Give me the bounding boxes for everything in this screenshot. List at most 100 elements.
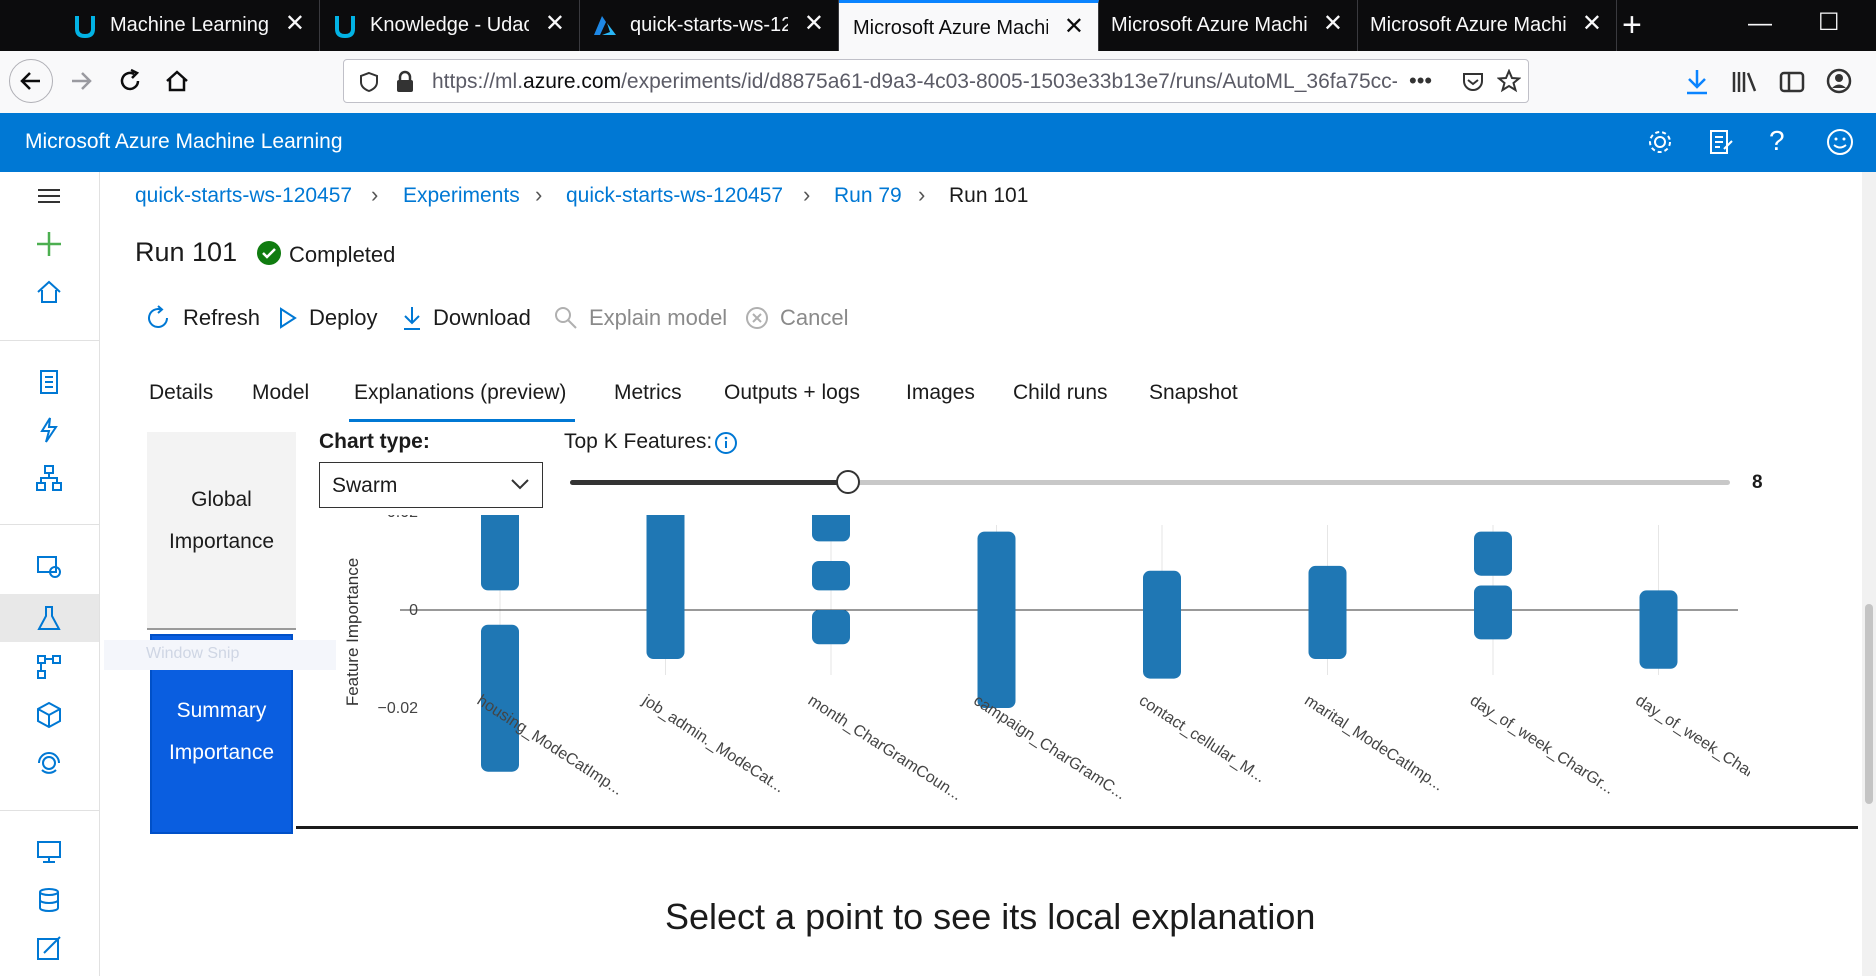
app-title[interactable]: Microsoft Azure Machine Learning bbox=[25, 130, 343, 154]
breadcrumb-experiments[interactable]: Experiments bbox=[403, 184, 520, 208]
swarm-cluster[interactable] bbox=[1639, 590, 1678, 669]
account-icon[interactable] bbox=[1825, 67, 1853, 95]
page-scrollbar[interactable] bbox=[1862, 172, 1876, 976]
tab-model[interactable]: Model bbox=[252, 381, 309, 405]
url-bar[interactable]: https://ml.azure.com/experiments/id/d887… bbox=[343, 59, 1529, 103]
left-nav-rail bbox=[0, 172, 100, 976]
automl-icon[interactable] bbox=[34, 415, 64, 445]
topk-slider[interactable] bbox=[570, 470, 1730, 494]
cancel-icon bbox=[746, 307, 768, 329]
chart-type-value: Swarm bbox=[332, 474, 398, 497]
global-importance-tab[interactable]: Global Importance bbox=[147, 432, 296, 630]
cancel-button[interactable]: Cancel bbox=[744, 301, 848, 335]
cancel-label: Cancel bbox=[780, 305, 849, 330]
browser-tab[interactable]: Knowledge - Udacity ✕ bbox=[320, 0, 580, 51]
breadcrumb-experiment[interactable]: quick-starts-ws-120457 bbox=[566, 184, 783, 208]
close-icon[interactable]: ✕ bbox=[545, 10, 565, 38]
maximize-icon[interactable]: ☐ bbox=[1818, 8, 1840, 37]
x-tick-label: month_CharGramCoun... bbox=[805, 692, 965, 804]
pocket-icon[interactable] bbox=[1461, 70, 1485, 94]
browser-tab[interactable]: Machine Learning Eng ✕ bbox=[60, 0, 320, 51]
home-icon[interactable] bbox=[34, 277, 64, 307]
close-icon[interactable]: ✕ bbox=[1323, 10, 1343, 38]
status-badge: Completed bbox=[289, 242, 396, 267]
swarm-cluster[interactable] bbox=[1474, 531, 1512, 576]
designer-icon[interactable] bbox=[34, 463, 64, 493]
info-icon[interactable] bbox=[714, 431, 738, 455]
notebook-icon[interactable] bbox=[34, 367, 64, 397]
swarm-cluster[interactable] bbox=[1474, 585, 1512, 640]
reload-button[interactable] bbox=[110, 61, 150, 101]
download-icon[interactable] bbox=[1684, 68, 1710, 96]
tab-title: Knowledge - Udacity bbox=[370, 14, 529, 36]
swarm-cluster[interactable] bbox=[1143, 570, 1181, 679]
close-icon[interactable]: ✕ bbox=[1582, 10, 1602, 38]
close-icon[interactable]: ✕ bbox=[1064, 13, 1084, 41]
tab-images[interactable]: Images bbox=[906, 381, 975, 405]
gear-icon[interactable] bbox=[1645, 127, 1675, 157]
endpoints-icon[interactable] bbox=[34, 748, 64, 778]
back-button[interactable] bbox=[9, 59, 53, 103]
tab-metrics[interactable]: Metrics bbox=[614, 381, 682, 405]
active-tab-indicator bbox=[349, 419, 575, 422]
swarm-cluster[interactable] bbox=[977, 531, 1016, 708]
library-icon[interactable] bbox=[1730, 68, 1758, 96]
swarm-cluster[interactable] bbox=[646, 515, 685, 659]
help-icon[interactable]: ? bbox=[1769, 125, 1785, 157]
y-tick-label: −0.02 bbox=[378, 700, 419, 717]
refresh-icon bbox=[148, 305, 168, 328]
chart-divider bbox=[296, 826, 1858, 829]
pipeline-icon[interactable] bbox=[34, 652, 64, 682]
chevron-right-icon: › bbox=[918, 182, 926, 207]
labeling-icon[interactable] bbox=[34, 933, 64, 963]
swarm-cluster[interactable] bbox=[812, 561, 850, 591]
reload-icon bbox=[120, 68, 140, 91]
models-icon[interactable] bbox=[34, 700, 64, 730]
browser-tab[interactable]: Microsoft Azure Machine ✕ bbox=[1099, 0, 1358, 51]
swarm-cluster[interactable] bbox=[1308, 565, 1347, 659]
tab-snapshot[interactable]: Snapshot bbox=[1149, 381, 1238, 405]
swarm-cluster[interactable] bbox=[481, 515, 519, 591]
forward-button[interactable] bbox=[61, 61, 101, 101]
swarm-cluster[interactable] bbox=[812, 515, 850, 542]
slider-thumb[interactable] bbox=[836, 470, 861, 494]
breadcrumb-parent-run[interactable]: Run 79 bbox=[834, 184, 902, 208]
more-icon[interactable]: ••• bbox=[1409, 68, 1432, 94]
datastore-icon[interactable] bbox=[34, 885, 64, 915]
close-icon[interactable]: ✕ bbox=[285, 10, 305, 38]
browser-tab-active[interactable]: Microsoft Azure Machine ✕ bbox=[839, 0, 1099, 51]
compute-icon[interactable] bbox=[34, 837, 64, 867]
tab-outputs-logs[interactable]: Outputs + logs bbox=[724, 381, 860, 405]
smiley-icon[interactable] bbox=[1825, 127, 1855, 157]
sidebar-icon[interactable] bbox=[1778, 68, 1806, 96]
y-tick-label: 0 bbox=[409, 602, 418, 619]
datasets-icon[interactable] bbox=[34, 552, 64, 582]
tab-explanations[interactable]: Explanations (preview) bbox=[354, 381, 566, 405]
plus-icon[interactable] bbox=[34, 229, 64, 259]
download-button[interactable]: Download bbox=[401, 301, 531, 335]
x-tick-label: day_of_week_CharGr... bbox=[1467, 692, 1617, 798]
swarm-cluster[interactable] bbox=[812, 610, 850, 645]
minimize-icon[interactable]: — bbox=[1748, 10, 1772, 38]
flask-icon[interactable] bbox=[34, 603, 64, 633]
star-icon[interactable] bbox=[1497, 69, 1521, 93]
close-icon[interactable]: ✕ bbox=[804, 10, 824, 38]
refresh-button[interactable]: Refresh bbox=[145, 301, 260, 335]
tab-title: quick-starts-ws-1204 bbox=[630, 14, 788, 36]
explain-model-button[interactable]: Explain model bbox=[553, 301, 727, 335]
hamburger-icon[interactable] bbox=[34, 181, 64, 211]
deploy-button[interactable]: Deploy bbox=[277, 301, 377, 335]
scrollbar-thumb[interactable] bbox=[1865, 604, 1873, 804]
breadcrumb-workspace[interactable]: quick-starts-ws-120457 bbox=[135, 184, 352, 208]
browser-tab[interactable]: quick-starts-ws-1204 ✕ bbox=[580, 0, 839, 51]
tab-child-runs[interactable]: Child runs bbox=[1013, 381, 1108, 405]
x-tick-label: marital_ModeCatImp... bbox=[1301, 692, 1446, 794]
tab-details[interactable]: Details bbox=[149, 381, 213, 405]
new-tab-button[interactable]: + bbox=[1622, 6, 1642, 44]
swarm-chart[interactable]: 0.020−0.02 housing_ModeCatImp...job_admi… bbox=[330, 515, 1750, 815]
feedback-icon[interactable] bbox=[1705, 127, 1735, 157]
home-button[interactable] bbox=[157, 61, 197, 101]
chart-type-dropdown[interactable]: Swarm bbox=[319, 462, 543, 508]
browser-tab[interactable]: Microsoft Azure Machine ✕ bbox=[1358, 0, 1617, 51]
chevron-right-icon: › bbox=[535, 182, 543, 207]
